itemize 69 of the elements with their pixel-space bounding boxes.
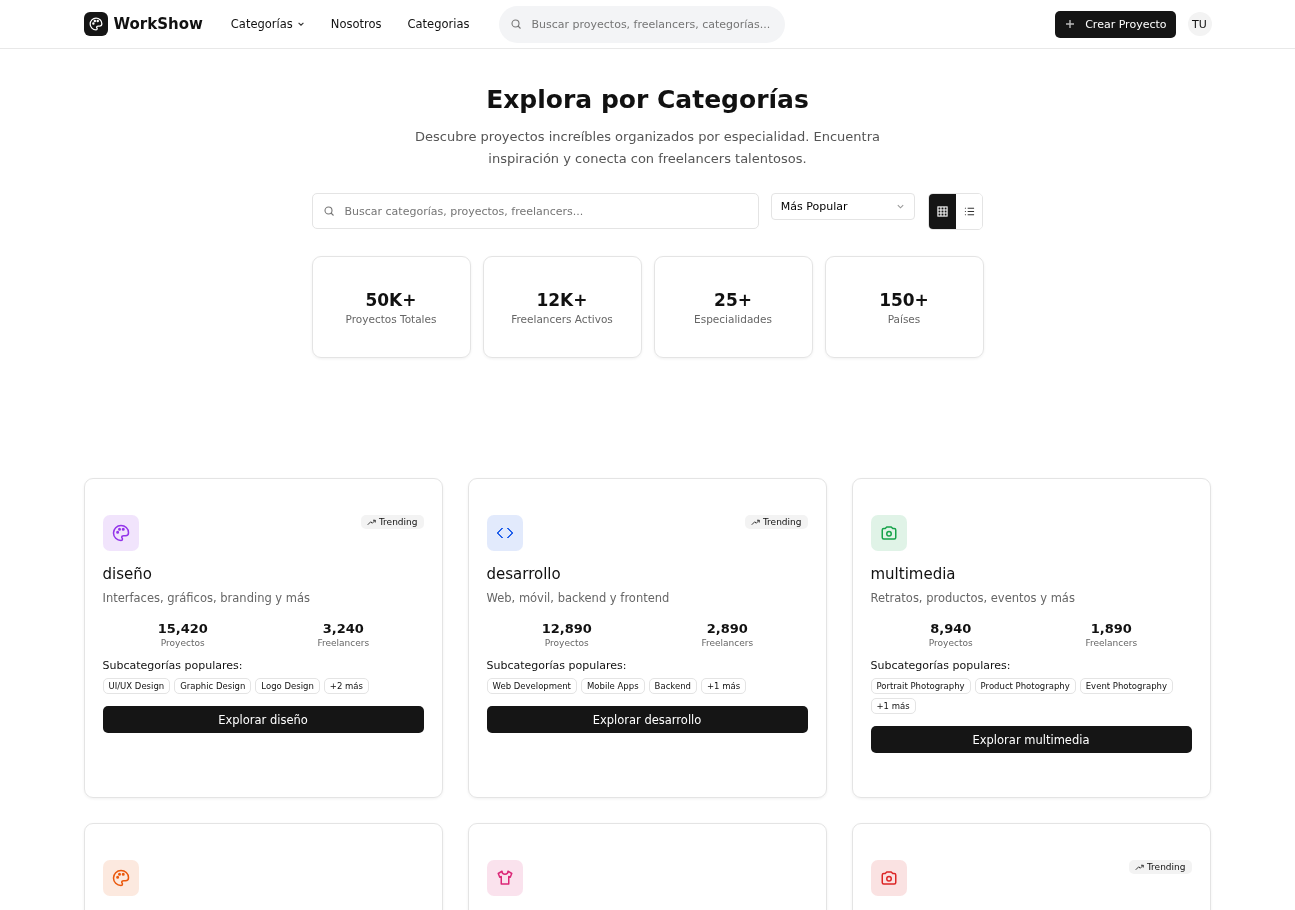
subcategory-tag[interactable]: +2 más <box>323 678 369 694</box>
freelancer-count-label: Freelancers <box>701 638 754 648</box>
stat-value: 25+ <box>714 289 752 310</box>
create-project-button[interactable]: Crear Proyecto <box>1055 10 1176 38</box>
project-count-label: Proyectos <box>544 638 589 648</box>
subcategory-tag[interactable]: Portrait Photography <box>870 678 971 694</box>
trending-up-icon <box>366 518 376 526</box>
freelancer-count: 1,890 <box>1090 621 1132 636</box>
stat-label: Freelancers Activos <box>511 312 613 325</box>
subcategory-tag[interactable]: Backend <box>648 678 697 694</box>
trending-badge: Trending <box>744 515 808 529</box>
nav-link[interactable]: Nosotros <box>330 17 382 31</box>
nav-link[interactable]: Categorias <box>407 17 470 31</box>
subcategory-tag[interactable]: UI/UX Design <box>102 678 171 694</box>
search-field[interactable]: Buscar proyectos, freelancers, categorías... <box>499 5 786 43</box>
palette-logo-icon[interactable] <box>83 12 108 36</box>
page-subtitle: Descubre proyectos increíbles organizados por especialidad. Encuentra inspiración y conecta con freelancers talentosos. <box>414 128 881 168</box>
trending-up-icon <box>1134 863 1144 871</box>
subcategories-heading: Subcategorías populares: <box>486 659 628 672</box>
project-count: 15,420 <box>157 621 208 636</box>
category-title: desarrollo <box>486 565 562 583</box>
stat-label: Proyectos Totales <box>345 312 437 325</box>
project-count-label: Proyectos <box>928 638 973 648</box>
category-description: Interfaces, gráficos, branding y más <box>102 591 312 605</box>
category-description: Retratos, productos, eventos y más <box>870 591 1076 605</box>
trending-up-icon <box>750 518 760 526</box>
list-icon <box>963 206 975 217</box>
stat-value: 12K+ <box>536 289 588 310</box>
freelancer-count-label: Freelancers <box>1085 638 1138 648</box>
category-title: multimedia <box>870 565 957 583</box>
user-avatar[interactable]: TU <box>1187 12 1212 36</box>
subcategory-tag[interactable]: Product Photography <box>974 678 1076 694</box>
freelancer-count-label: Freelancers <box>317 638 370 648</box>
category-search-field[interactable]: Buscar categorías, proyectos, freelancers... <box>311 193 759 229</box>
subcategories-heading: Subcategorías populares: <box>870 659 1012 672</box>
brand-name[interactable]: WorkShow <box>113 15 203 33</box>
category-description: Web, móvil, backend y frontend <box>486 591 671 605</box>
sort-dropdown[interactable]: Más Popular <box>770 193 915 220</box>
project-count-label: Proyectos <box>160 638 205 648</box>
subcategory-tag[interactable]: Web Development <box>486 678 577 694</box>
category-title: diseño <box>102 565 153 583</box>
page-title: Explora por Categorías <box>485 85 810 114</box>
grid-view-button[interactable] <box>928 194 956 229</box>
subcategory-tag[interactable]: Mobile Apps <box>580 678 645 694</box>
search-icon <box>322 205 335 217</box>
trending-badge: Trending <box>1128 860 1192 874</box>
nav-link[interactable]: Categorías <box>230 17 305 31</box>
project-count: 12,890 <box>541 621 592 636</box>
stat-value: 150+ <box>879 289 929 310</box>
subcategory-tag[interactable]: Logo Design <box>255 678 320 694</box>
project-count: 8,940 <box>930 621 972 636</box>
stat-label: Países <box>887 312 921 325</box>
search-icon <box>510 18 523 30</box>
freelancer-count: 3,240 <box>322 621 364 636</box>
subcategory-tag[interactable]: +1 más <box>700 678 747 694</box>
subcategory-tag[interactable]: Event Photography <box>1079 678 1173 694</box>
subcategory-tag[interactable]: +1 más <box>870 698 916 714</box>
freelancer-count: 2,890 <box>706 621 748 636</box>
stat-label: Especialidades <box>694 312 772 325</box>
subcategories-heading: Subcategorías populares: <box>102 659 244 672</box>
grid-icon <box>936 206 948 217</box>
explore-category-button[interactable]: Explorar desarrollo <box>486 706 808 733</box>
plus-icon <box>1065 19 1076 29</box>
explore-category-button[interactable]: Explorar multimedia <box>870 726 1192 753</box>
stat-value: 50K+ <box>365 289 417 310</box>
explore-category-button[interactable]: Explorar diseño <box>102 706 424 733</box>
chevron-down-icon <box>895 202 905 211</box>
trending-badge: Trending <box>360 515 424 529</box>
subcategory-tag[interactable]: Graphic Design <box>174 678 252 694</box>
